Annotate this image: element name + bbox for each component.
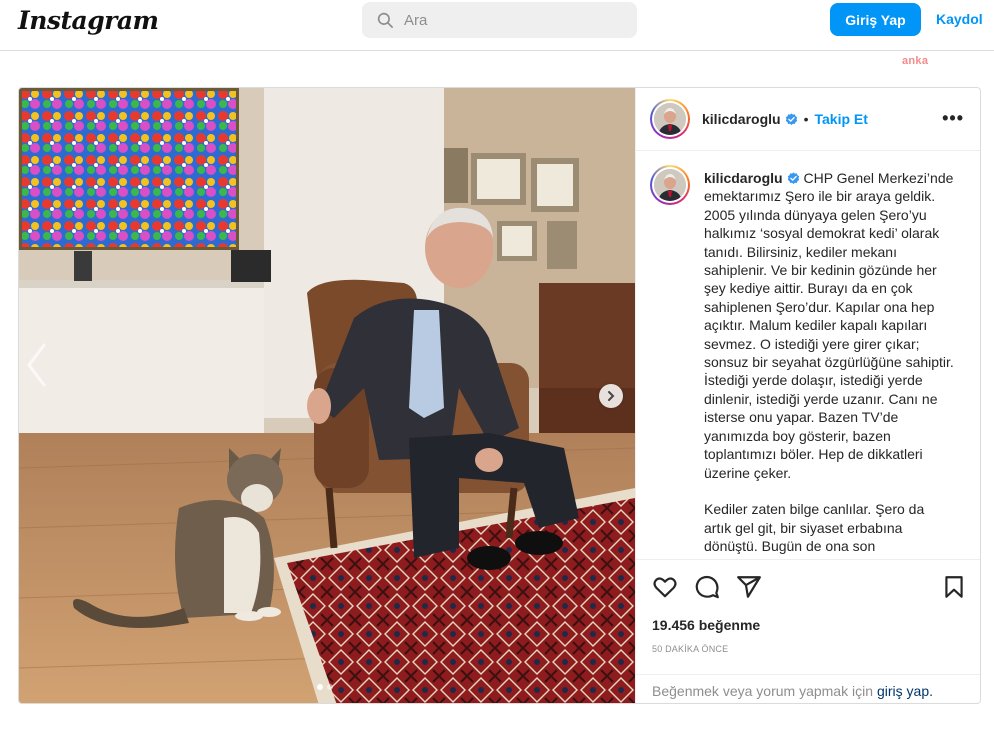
post-photo	[19, 88, 635, 703]
bookmark-icon[interactable]	[941, 574, 967, 600]
post-header: kilicdaroglu • Takip Et •••	[636, 88, 980, 151]
likes-count[interactable]: 19.456 beğenme	[652, 617, 760, 633]
post-username[interactable]: kilicdaroglu	[702, 111, 781, 127]
login-prompt-link[interactable]: giriş yap.	[877, 683, 933, 699]
next-image-button[interactable]	[599, 384, 623, 408]
more-options-icon[interactable]: •••	[942, 108, 964, 129]
instagram-logo[interactable]: Instagram	[18, 6, 159, 35]
header-separator: •	[803, 111, 809, 127]
caption-avatar[interactable]	[650, 165, 690, 205]
search-box[interactable]	[362, 2, 637, 38]
verified-badge-icon	[787, 172, 799, 184]
previous-image-button[interactable]	[21, 343, 51, 387]
post-caption: kilicdaroglu CHP Genel Merkezi’nde emekt…	[704, 169, 954, 556]
post-image	[19, 88, 635, 703]
watermark: anka	[902, 55, 929, 67]
post-actions: 19.456 beğenme 50 DAKİKA ÖNCE Beğenmek v…	[636, 559, 980, 703]
signup-link[interactable]: Kaydol	[936, 11, 983, 27]
login-prompt-text: Beğenmek veya yorum yapmak için	[652, 682, 873, 699]
heart-icon[interactable]	[652, 574, 678, 600]
login-prompt-bar: Beğenmek veya yorum yapmak için giriş ya…	[636, 674, 980, 703]
caption-text: CHP Genel Merkezi’nde emektarımız Şero i…	[704, 170, 954, 555]
carousel-dot	[327, 684, 333, 690]
post-sidebar: kilicdaroglu • Takip Et ••• kilicdaroglu…	[635, 88, 980, 703]
avatar[interactable]	[650, 99, 690, 139]
top-navigation: Instagram Giriş Yap Kaydol	[0, 0, 994, 51]
avatar-image	[654, 103, 686, 135]
follow-button[interactable]: Takip Et	[814, 111, 867, 127]
verified-badge-icon	[785, 112, 797, 125]
caption-username[interactable]: kilicdaroglu	[704, 170, 783, 186]
search-icon	[377, 12, 393, 28]
chevron-right-icon	[608, 391, 615, 401]
share-icon[interactable]	[736, 574, 762, 600]
action-icons	[652, 574, 967, 602]
carousel-indicator	[317, 684, 333, 690]
caption-section: kilicdaroglu CHP Genel Merkezi’nde emekt…	[636, 152, 980, 558]
search-input[interactable]	[404, 11, 624, 29]
login-button[interactable]: Giriş Yap	[830, 3, 921, 36]
chevron-left-icon	[27, 343, 46, 387]
carousel-dot-active	[317, 684, 323, 690]
post-card: kilicdaroglu • Takip Et ••• kilicdaroglu…	[18, 87, 981, 704]
avatar-image	[654, 169, 686, 201]
comment-icon[interactable]	[694, 574, 720, 600]
post-timestamp[interactable]: 50 DAKİKA ÖNCE	[652, 644, 728, 654]
